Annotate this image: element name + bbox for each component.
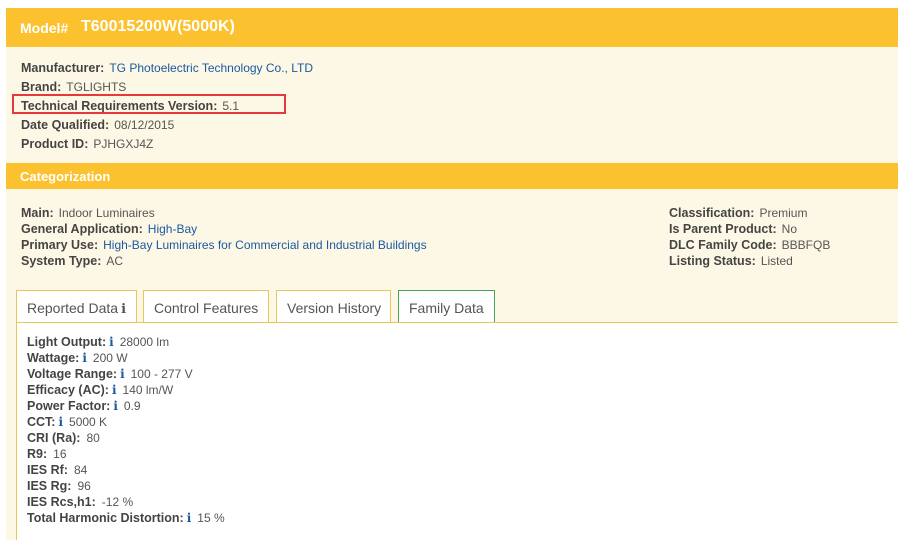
product-id-value: PJHGXJ4Z — [93, 137, 154, 151]
main-row: Main: Indoor Luminaires — [21, 206, 155, 220]
parent-product-value: No — [781, 222, 798, 236]
listing-status-row: Listing Status: Listed — [669, 254, 793, 268]
reported-data-panel: Light Output: i 28000 lm Wattage: i 200 W Volt… — [16, 322, 898, 540]
parent-product-label: Is Parent Product: — [669, 222, 777, 236]
brand-value: TGLIGHTS — [66, 80, 127, 94]
reported-row: Wattage: i 200 W — [27, 351, 128, 365]
reported-value: 16 — [53, 447, 67, 461]
reported-value: 200 W — [92, 351, 128, 365]
reported-value: 140 lm/W — [122, 383, 174, 397]
info-icon[interactable]: i — [58, 415, 63, 429]
reported-value: 80 — [86, 431, 100, 445]
info-icon: i — [121, 302, 127, 317]
classification-value: Premium — [759, 206, 808, 220]
system-type-value: AC — [106, 254, 124, 268]
reported-row: CRI (Ra): 80 — [27, 431, 100, 445]
general-application-link[interactable]: High-Bay — [148, 222, 197, 236]
general-application-label: General Application: — [21, 222, 143, 236]
reported-value: 15 % — [197, 511, 225, 525]
reported-row: IES Rf: 84 — [27, 463, 87, 477]
info-icon[interactable]: i — [82, 351, 87, 365]
model-value: T60015200W(5000K) — [81, 18, 235, 35]
reported-row: Power Factor: i 0.9 — [27, 399, 141, 413]
tab-control-features[interactable]: Control Features — [143, 290, 269, 323]
reported-label: IES Rcs,h1: — [27, 495, 96, 509]
reported-label: Efficacy (AC): — [27, 383, 109, 397]
reported-label: Light Output: — [27, 335, 107, 349]
reported-value: 84 — [73, 463, 88, 477]
info-icon[interactable]: i — [113, 399, 118, 413]
categorization-title: Categorization — [20, 169, 111, 184]
highlight-box — [12, 94, 286, 114]
main-label: Main: — [21, 206, 54, 220]
reported-row: IES Rcs,h1: -12 % — [27, 495, 133, 509]
reported-row: Total Harmonic Distortion: i 15 % — [27, 511, 225, 525]
family-code-value: BBBFQB — [781, 238, 831, 252]
primary-use-label: Primary Use: — [21, 238, 99, 252]
reported-value: 96 — [77, 479, 91, 493]
reported-label: Wattage: — [27, 351, 80, 365]
tab-family-data-label: Family Data — [409, 300, 484, 316]
date-qualified-label: Date Qualified: — [21, 118, 110, 132]
model-header: Model# T60015200W(5000K) — [6, 8, 898, 47]
info-icon[interactable]: i — [109, 335, 114, 349]
categorization-header: Categorization — [6, 163, 898, 189]
brand-row: Brand: TGLIGHTS — [21, 80, 126, 94]
info-icon[interactable]: i — [187, 511, 192, 525]
classification-label: Classification: — [669, 206, 755, 220]
reported-row: CCT: i 5000 K — [27, 415, 107, 429]
tab-version-history[interactable]: Version History — [276, 290, 391, 323]
listing-status-value: Listed — [760, 254, 793, 268]
reported-row: Light Output: i 28000 lm — [27, 335, 169, 349]
date-qualified-value: 08/12/2015 — [114, 118, 175, 132]
info-icon[interactable]: i — [112, 383, 117, 397]
parent-product-row: Is Parent Product: No — [669, 222, 797, 236]
manufacturer-link[interactable]: TG Photoelectric Technology Co., LTD — [109, 61, 313, 75]
system-type-label: System Type: — [21, 254, 102, 268]
info-icon[interactable]: i — [120, 367, 125, 381]
tab-family-data[interactable]: Family Data — [398, 290, 495, 323]
reported-value: 100 - 277 V — [130, 367, 193, 381]
product-id-label: Product ID: — [21, 137, 89, 151]
general-application-row: General Application: High-Bay — [21, 222, 197, 236]
date-qualified-row: Date Qualified: 08/12/2015 — [21, 118, 174, 132]
reported-row: Efficacy (AC): i 140 lm/W — [27, 383, 173, 397]
tab-reported-data[interactable]: Reported Data i — [16, 290, 137, 324]
reported-row: R9: 16 — [27, 447, 67, 461]
system-type-row: System Type: AC — [21, 254, 123, 268]
reported-label: CCT: — [27, 415, 56, 429]
product-id-row: Product ID: PJHGXJ4Z — [21, 137, 153, 151]
tab-version-history-label: Version History — [287, 300, 382, 316]
reported-value: -12 % — [101, 495, 134, 509]
listing-status-label: Listing Status: — [669, 254, 756, 268]
reported-label: Power Factor: — [27, 399, 111, 413]
reported-label: CRI (Ra): — [27, 431, 81, 445]
manufacturer-label: Manufacturer: — [21, 61, 105, 75]
manufacturer-row: Manufacturer: TG Photoelectric Technology… — [21, 61, 313, 75]
classification-row: Classification: Premium — [669, 206, 807, 220]
primary-use-link[interactable]: High-Bay Luminaires for Commercial and I… — [103, 238, 426, 252]
reported-row: Voltage Range: i 100 - 277 V — [27, 367, 193, 381]
reported-value: 0.9 — [123, 399, 141, 413]
main-value: Indoor Luminaires — [58, 206, 155, 220]
reported-value: 28000 lm — [119, 335, 170, 349]
reported-label: IES Rf: — [27, 463, 68, 477]
model-label: Model# — [20, 20, 69, 36]
primary-use-row: Primary Use: High-Bay Luminaires for Comm… — [21, 238, 427, 252]
reported-label: Total Harmonic Distortion: — [27, 511, 184, 525]
reported-row: IES Rg: 96 — [27, 479, 91, 493]
family-code-label: DLC Family Code: — [669, 238, 777, 252]
brand-label: Brand: — [21, 80, 62, 94]
reported-label: Voltage Range: — [27, 367, 118, 381]
tab-control-features-label: Control Features — [154, 300, 259, 316]
reported-label: IES Rg: — [27, 479, 72, 493]
family-code-row: DLC Family Code: BBBFQB — [669, 238, 830, 252]
tab-reported-data-label: Reported Data — [27, 300, 119, 316]
reported-value: 5000 K — [69, 415, 108, 429]
reported-label: R9: — [27, 447, 48, 461]
